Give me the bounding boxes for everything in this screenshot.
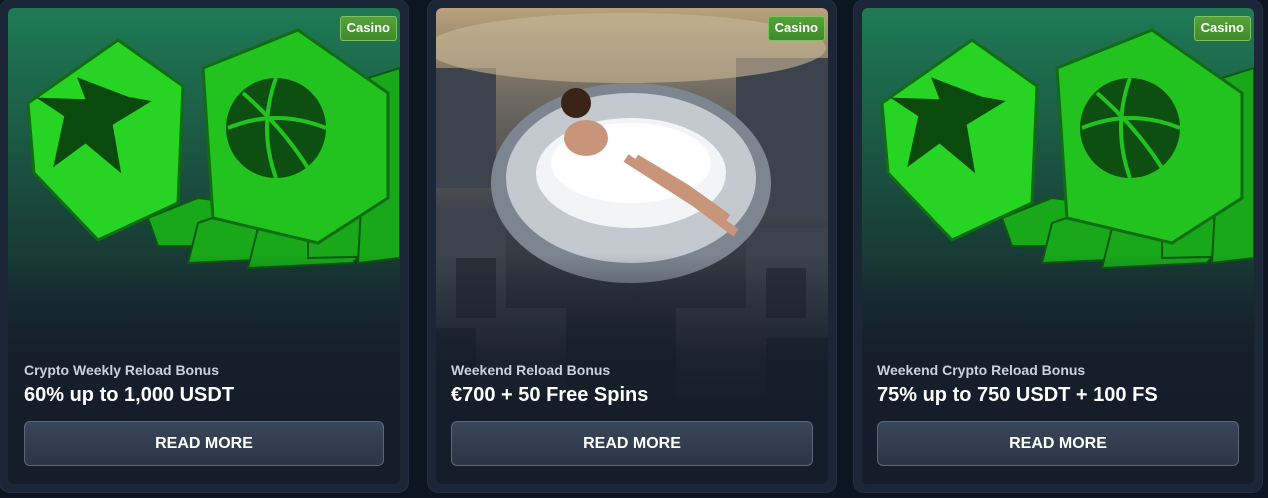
read-more-button[interactable]: READ MORE bbox=[451, 421, 813, 466]
promo-subtitle: Weekend Reload Bonus bbox=[451, 362, 611, 378]
casino-badge: Casino bbox=[767, 16, 825, 41]
read-more-button[interactable]: READ MORE bbox=[877, 421, 1239, 466]
promo-card-weekend-crypto-reload[interactable]: Casino Weekend Crypto Reload Bonus 75% u… bbox=[854, 0, 1262, 492]
promo-art-stadium-city bbox=[436, 8, 828, 484]
promo-title: €700 + 50 Free Spins bbox=[451, 384, 649, 406]
promo-title: 75% up to 750 USDT + 100 FS bbox=[877, 384, 1158, 406]
promo-card-weekend-reload[interactable]: Casino Weekend Reload Bonus €700 + 50 Fr… bbox=[428, 0, 836, 492]
promo-title: 60% up to 1,000 USDT bbox=[24, 384, 235, 406]
casino-badge: Casino bbox=[1193, 16, 1251, 41]
read-more-button[interactable]: READ MORE bbox=[24, 421, 384, 466]
promotions-row: Casino Crypto Weekly Reload Bonus 60% up… bbox=[0, 0, 1268, 498]
promo-art-green-chips bbox=[862, 8, 1254, 484]
promo-subtitle: Crypto Weekly Reload Bonus bbox=[24, 362, 220, 378]
casino-badge: Casino bbox=[339, 16, 397, 41]
promo-subtitle: Weekend Crypto Reload Bonus bbox=[877, 362, 1086, 378]
promo-art-green-chips bbox=[8, 8, 400, 484]
promo-card-crypto-weekly-reload[interactable]: Casino Crypto Weekly Reload Bonus 60% up… bbox=[0, 0, 408, 492]
